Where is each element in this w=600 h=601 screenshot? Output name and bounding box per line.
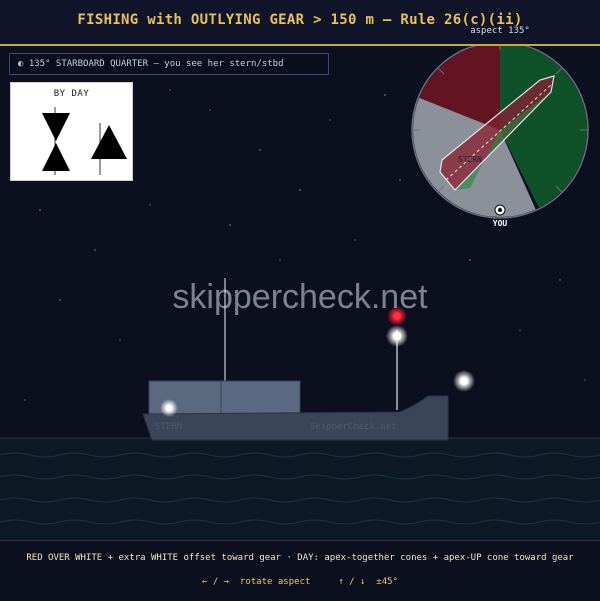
you-label: YOU [493,219,508,228]
aspect-radar: STERN YOU [411,41,589,228]
wheelhouse-left [148,380,222,416]
white-gear-light [460,377,468,385]
hull-stern-label: STERN [155,422,182,432]
aspect-status: ◐ 135° STARBOARD QUARTER — you see her s… [9,53,329,75]
step-hint: ↑ / ↓ ±45° [338,577,398,587]
wheelhouse-right [220,380,301,416]
keyboard-hints: ← / → rotate aspect ↑ / ↓ ±45° [0,577,600,587]
rotate-hint: ← / → rotate aspect [202,577,311,587]
radar-stern-label: STERN [458,155,482,164]
footer: RED OVER WHITE + extra WHITE offset towa… [0,540,600,601]
cone-apex-up-gear-icon [91,125,127,159]
lights-description: RED OVER WHITE + extra WHITE offset towa… [26,553,574,563]
white-light-under-red [393,332,401,340]
white-stern-light [165,404,173,412]
cone-apex-up-icon [42,143,70,171]
hull-name-label: SkipperCheck.net [310,422,397,432]
cone-apex-down-icon [42,113,70,141]
title-bar: FISHING with OUTLYING GEAR > 150 m — Rul… [0,0,600,46]
day-shapes-panel: BY DAY [10,82,133,181]
aspect-label: aspect 135° [470,26,530,36]
day-shapes [42,107,127,175]
sea [0,437,600,540]
watermark: skippercheck.net [172,278,428,316]
